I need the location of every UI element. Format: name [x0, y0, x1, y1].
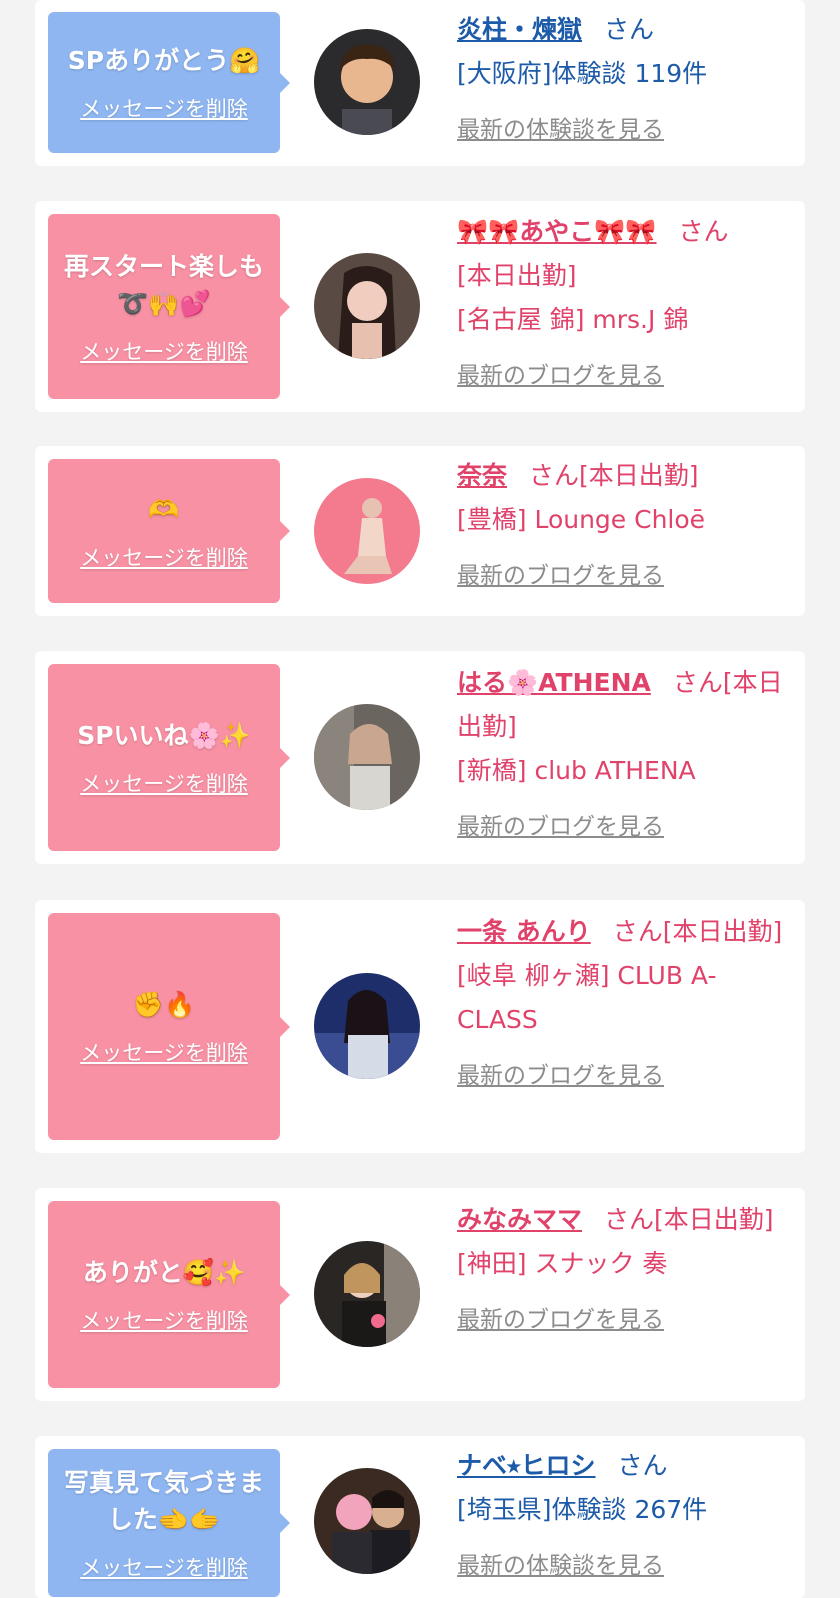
honorific: さん: [529, 461, 580, 490]
avatar[interactable]: [314, 704, 420, 810]
delete-message-link[interactable]: メッセージを削除: [80, 93, 248, 123]
honorific: さん: [678, 217, 729, 246]
user-name-link[interactable]: 一条 あんり: [457, 917, 591, 946]
view-latest-link[interactable]: 最新の体験談を見る: [457, 108, 664, 152]
user-card: 写真見て気づきました🫲🫱 メッセージを削除 ナベ⭑ヒロシ さん [埼玉県]体験談 …: [35, 1436, 805, 1598]
user-name-link[interactable]: 🎀🎀あやこ🎀🎀: [457, 217, 657, 246]
avatar[interactable]: [314, 1241, 420, 1347]
delete-message-link[interactable]: メッセージを削除: [80, 336, 248, 366]
view-latest-link[interactable]: 最新のブログを見る: [457, 554, 664, 598]
user-name-link[interactable]: 炎柱・煉獄: [457, 15, 582, 44]
user-detail: [大阪府]体験談 119件: [457, 59, 708, 88]
user-shop: [岐阜 柳ヶ瀬] CLUB A-CLASS: [457, 961, 717, 1034]
honorific: さん: [604, 1205, 655, 1234]
view-latest-link[interactable]: 最新のブログを見る: [457, 1298, 664, 1342]
message-text: SPありがとう🤗: [67, 46, 261, 75]
view-latest-link[interactable]: 最新のブログを見る: [457, 805, 664, 849]
message-text: 再スタート楽しも➰🙌💕: [63, 251, 264, 318]
user-name-link[interactable]: 奈奈: [457, 461, 507, 490]
message-bubble: SPいいね🌸✨ メッセージを削除: [48, 664, 290, 851]
message-text: 🫶: [148, 494, 180, 524]
message-bubble: ありがと🥰✨ メッセージを削除: [48, 1201, 290, 1388]
user-info: はる🌸ATHENA さん[本日出勤] [新橋] club ATHENA 最新のブロ…: [457, 661, 783, 849]
view-latest-link[interactable]: 最新のブログを見る: [457, 1054, 664, 1098]
delete-message-link[interactable]: メッセージを削除: [80, 1305, 248, 1335]
message-text: ありがと🥰✨: [82, 1258, 246, 1287]
user-name-link[interactable]: ナベ⭑ヒロシ: [457, 1451, 596, 1480]
user-info: みなみママ さん[本日出勤] [神田] スナック 奏 最新のブログを見る: [457, 1198, 783, 1342]
user-name-link[interactable]: はる🌸ATHENA: [457, 668, 651, 697]
user-info: ナベ⭑ヒロシ さん [埼玉県]体験談 267件 最新の体験談を見る: [457, 1444, 783, 1588]
message-text: SPいいね🌸✨: [77, 721, 251, 750]
user-card: ✊🔥 メッセージを削除 一条 あんり さん[本日出勤] [岐阜 柳ヶ瀬] CLUB…: [35, 900, 805, 1153]
user-card: 再スタート楽しも➰🙌💕 メッセージを削除 🎀🎀あやこ🎀🎀 さん [本日出勤] [名…: [35, 201, 805, 412]
user-info: 炎柱・煉獄 さん [大阪府]体験談 119件 最新の体験談を見る: [457, 8, 783, 152]
user-card: 🫶 メッセージを削除 奈奈 さん[本日出勤] [豊橋] Lounge Chloē …: [35, 446, 805, 616]
delete-message-link[interactable]: メッセージを削除: [80, 542, 248, 572]
user-info: 奈奈 さん[本日出勤] [豊橋] Lounge Chloē 最新のブログを見る: [457, 454, 783, 598]
user-status: [本日出勤]: [457, 261, 577, 290]
user-shop: [新橋] club ATHENA: [457, 756, 696, 785]
user-card: ありがと🥰✨ メッセージを削除 みなみママ さん[本日出勤] [神田] スナック …: [35, 1188, 805, 1401]
message-bubble: 再スタート楽しも➰🙌💕 メッセージを削除: [48, 214, 290, 399]
message-text: ✊🔥: [132, 990, 196, 1019]
user-status: [本日出勤]: [654, 1205, 774, 1234]
user-shop: [名古屋 錦] mrs.J 錦: [457, 305, 689, 334]
message-bubble: SPありがとう🤗 メッセージを削除: [48, 12, 290, 153]
delete-message-link[interactable]: メッセージを削除: [80, 1552, 248, 1582]
avatar[interactable]: [314, 973, 420, 1079]
view-latest-link[interactable]: 最新のブログを見る: [457, 354, 664, 398]
user-info: 🎀🎀あやこ🎀🎀 さん [本日出勤] [名古屋 錦] mrs.J 錦 最新のブログを…: [457, 210, 783, 398]
message-text: 写真見て気づきました🫲🫱: [63, 1468, 264, 1534]
delete-message-link[interactable]: メッセージを削除: [80, 768, 248, 798]
user-info: 一条 あんり さん[本日出勤] [岐阜 柳ヶ瀬] CLUB A-CLASS 最新の…: [457, 910, 783, 1098]
avatar[interactable]: [314, 253, 420, 359]
user-card: SPありがとう🤗 メッセージを削除 炎柱・煉獄 さん [大阪府]体験談 119件 …: [35, 0, 805, 166]
message-bubble: ✊🔥 メッセージを削除: [48, 913, 290, 1140]
delete-message-link[interactable]: メッセージを削除: [80, 1037, 248, 1067]
honorific: さん: [617, 1451, 668, 1480]
view-latest-link[interactable]: 最新の体験談を見る: [457, 1544, 664, 1588]
user-card: SPいいね🌸✨ メッセージを削除 はる🌸ATHENA さん[本日出勤] [新橋] …: [35, 651, 805, 864]
user-status: [本日出勤]: [579, 461, 699, 490]
user-name-link[interactable]: みなみママ: [457, 1205, 582, 1234]
honorific: さん: [672, 668, 723, 697]
user-shop: [神田] スナック 奏: [457, 1249, 668, 1278]
user-detail: [埼玉県]体験談 267件: [457, 1495, 708, 1524]
user-shop: [豊橋] Lounge Chloē: [457, 505, 706, 534]
avatar[interactable]: [314, 1468, 420, 1574]
avatar[interactable]: [314, 29, 420, 135]
avatar[interactable]: [314, 478, 420, 584]
user-status: [本日出勤]: [662, 917, 783, 946]
honorific: さん: [604, 15, 655, 44]
message-bubble: 🫶 メッセージを削除: [48, 459, 290, 603]
honorific: さん: [612, 917, 663, 946]
message-bubble: 写真見て気づきました🫲🫱 メッセージを削除: [48, 1449, 290, 1597]
